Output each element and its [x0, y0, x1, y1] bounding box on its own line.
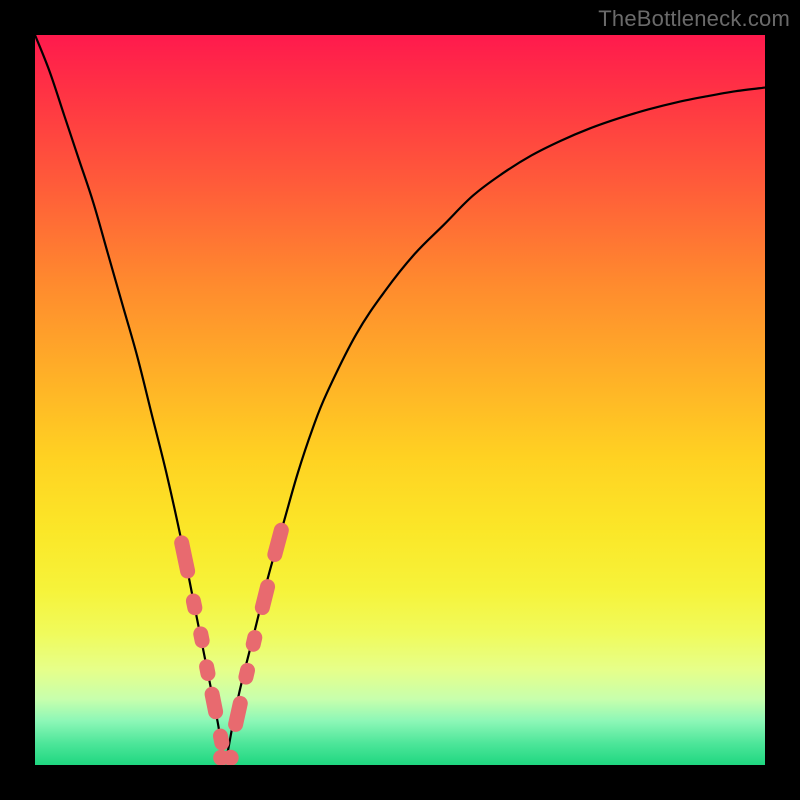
bead-capsule	[227, 694, 250, 733]
bead-capsule	[237, 661, 257, 686]
plot-area	[35, 35, 765, 765]
curve-svg	[35, 35, 765, 765]
bead-capsule	[203, 685, 224, 720]
bead-capsule	[192, 625, 211, 649]
bead-capsule	[244, 629, 264, 654]
bottleneck-curve	[35, 35, 765, 758]
watermark-text: TheBottleneck.com	[598, 6, 790, 32]
bead-capsule	[173, 534, 197, 580]
bead-dot	[223, 750, 239, 765]
bead-capsule	[198, 658, 217, 682]
bead-capsule	[266, 521, 291, 564]
chart-frame: TheBottleneck.com	[0, 0, 800, 800]
bead-markers	[173, 521, 291, 765]
bead-capsule	[253, 578, 276, 617]
bead-capsule	[185, 592, 204, 617]
